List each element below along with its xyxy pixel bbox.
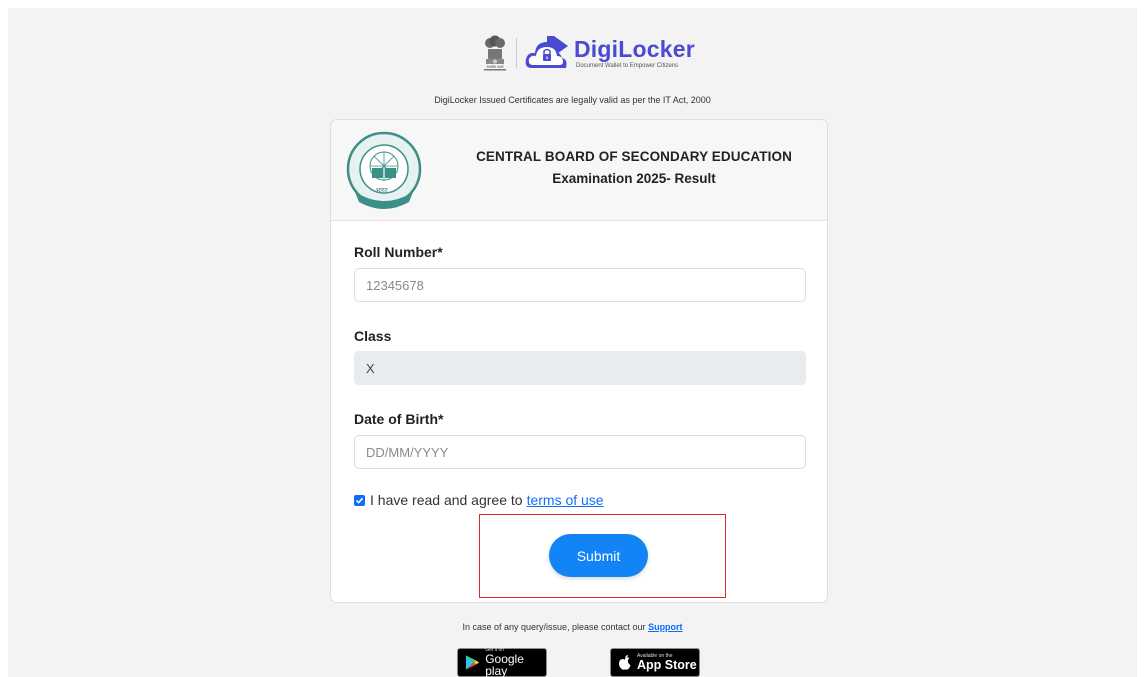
support-line: In case of any query/issue, please conta…: [0, 622, 1145, 632]
support-link[interactable]: Support: [648, 622, 683, 632]
app-store-big-text: App Store: [637, 657, 697, 672]
exam-title: Examination 2025- Result: [552, 171, 716, 186]
app-store-badge[interactable]: Available on the App Store: [610, 648, 700, 677]
dob-input[interactable]: DD/MM/YYYY: [354, 435, 806, 469]
terms-of-use-link[interactable]: terms of use: [527, 492, 604, 508]
dob-label: Date of Birth*: [354, 411, 444, 427]
google-play-badge[interactable]: Get it on Google play: [457, 648, 547, 677]
digilocker-tagline: Document Wallet to Empower Citizens: [576, 63, 679, 69]
terms-agreement-row: I have read and agree to terms of use: [354, 492, 604, 508]
terms-checkbox[interactable]: [354, 494, 365, 506]
apple-icon: [619, 655, 631, 670]
cbse-logo-caption: भारत: [376, 188, 388, 194]
class-label: Class: [354, 328, 392, 344]
roll-number-label: Roll Number*: [354, 244, 443, 260]
legal-validity-note: DigiLocker Issued Certificates are legal…: [434, 95, 711, 105]
digilocker-name: DigiLocker: [574, 36, 695, 62]
google-play-big-text: Google play: [485, 652, 524, 677]
digilocker-brand: सत्यमेव जयते DigiLocker Document Wallet …: [480, 29, 695, 77]
support-text: In case of any query/issue, please conta…: [462, 622, 646, 632]
submit-button[interactable]: Submit: [549, 534, 648, 577]
roll-number-input[interactable]: 12345678: [354, 268, 806, 302]
terms-agreement-text: I have read and agree to: [370, 492, 523, 508]
cbse-logo-icon: [346, 131, 422, 209]
result-form-card: भारत CENTRAL BOARD OF SECONDARY EDUCATIO…: [330, 119, 828, 603]
digilocker-cloud-icon: [525, 36, 568, 68]
checkbox-checked-icon: [355, 497, 364, 504]
card-header: भारत CENTRAL BOARD OF SECONDARY EDUCATIO…: [331, 120, 827, 221]
brand-divider: [516, 38, 517, 68]
emblem-caption: सत्यमेव जयते: [486, 65, 504, 69]
play-store-icon: [465, 655, 480, 670]
class-field: X: [354, 351, 806, 385]
board-title: CENTRAL BOARD OF SECONDARY EDUCATION: [476, 149, 792, 164]
